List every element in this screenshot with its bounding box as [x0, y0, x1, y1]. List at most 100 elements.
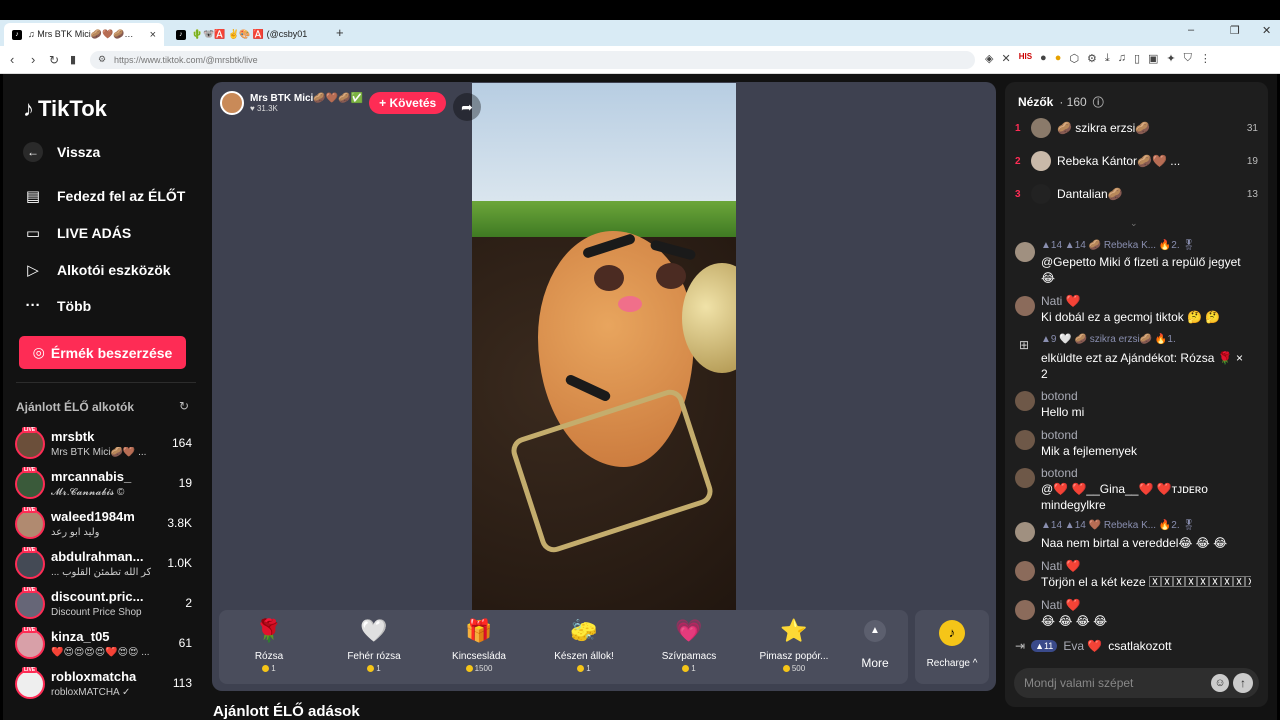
tab-title: 🌵🐨🅰️ ✌️🎨 🅰️ (@csby01: [191, 29, 308, 39]
creator-item[interactable]: LIVE waleed1984m وليد ابو رعد 3.8K: [13, 507, 198, 543]
extension-icon[interactable]: ✕: [1001, 52, 1010, 65]
share-icon[interactable]: ➦: [453, 93, 481, 121]
message-author[interactable]: Nati ❤️: [1041, 598, 1081, 612]
url-text: https://www.tiktok.com/@mrsbtk/live: [114, 55, 258, 65]
extension-icon[interactable]: ◈: [985, 52, 993, 65]
host-info[interactable]: Mrs BTK Mici🥔🤎🥔✅ ♥ 31.3K + Követés: [220, 90, 447, 116]
shield-icon[interactable]: ⛉: [1184, 52, 1192, 65]
avatar[interactable]: [1015, 468, 1035, 488]
live-badge: LIVE: [22, 667, 38, 673]
extension-icon[interactable]: HIS: [1019, 52, 1032, 65]
join-user[interactable]: Eva ❤️: [1063, 639, 1102, 653]
restore-icon[interactable]: ❐: [1230, 24, 1240, 37]
avatar[interactable]: [1015, 600, 1035, 620]
chat-input[interactable]: Mondj valami szépet ☺ ↑: [1014, 668, 1259, 698]
gift-price-value: 1: [586, 664, 591, 673]
url-field[interactable]: ⚙ https://www.tiktok.com/@mrsbtk/live: [90, 51, 975, 69]
nav-live-broadcast[interactable]: ▭ LIVE ADÁS: [23, 224, 131, 242]
new-tab-icon[interactable]: +: [336, 25, 344, 40]
gift-item[interactable]: 🎁 Kincsesláda 1500: [429, 616, 529, 673]
back-arrow-icon[interactable]: ‹: [10, 52, 14, 67]
tab-inactive[interactable]: ♪ 🌵🐨🅰️ ✌️🎨 🅰️ (@csby01: [168, 23, 328, 46]
nav-explore-live[interactable]: ▤ Fedezd fel az ÉLŐT: [23, 187, 185, 205]
emoji-icon[interactable]: ☺: [1211, 674, 1229, 692]
back-arrow-icon: ←: [23, 142, 43, 162]
gift-item[interactable]: 💗 Szívpamacs 1: [639, 616, 739, 673]
viewer-count: 61: [178, 636, 192, 650]
live-badge: LIVE: [22, 427, 38, 433]
avatar[interactable]: [1015, 242, 1035, 262]
creator-item[interactable]: LIVE mrsbtk Mrs BTK Mici🥔🤎 ... 164: [13, 427, 198, 463]
creator-item[interactable]: LIVE abdulrahman... ... ألا بذكر الله تط…: [13, 547, 198, 583]
viewers-header[interactable]: Nézők · 160 ⓘ: [1018, 94, 1104, 110]
eye: [594, 265, 624, 291]
top-viewer-row[interactable]: 2 Rebeka Kántor🥔🤎 ... 19: [1015, 148, 1258, 174]
info-icon[interactable]: ⓘ: [1093, 94, 1104, 110]
top-viewer-row[interactable]: 3 Dantalian🥔 13: [1015, 181, 1258, 207]
nav-creator-tools[interactable]: ▷ Alkotói eszközök: [23, 261, 170, 279]
recharge-button[interactable]: ♪ Recharge ^: [915, 610, 989, 684]
message-author[interactable]: Nati ❤️: [1041, 294, 1081, 308]
reload-icon[interactable]: ↻: [49, 53, 59, 67]
get-coins-button[interactable]: ◎ Érmék beszerzése: [19, 336, 186, 369]
gift-item[interactable]: 🌹 Rózsa 1: [219, 616, 319, 673]
coin-icon: [782, 665, 790, 672]
top-viewer-row[interactable]: 1 🥔 szikra erzsi🥔 31: [1015, 115, 1258, 141]
back-button[interactable]: ← Vissza: [23, 142, 100, 162]
avatar[interactable]: [1015, 561, 1035, 581]
gift-item[interactable]: 🧽 Készen állok! 1: [534, 616, 634, 673]
window-close-icon[interactable]: ✕: [1262, 24, 1271, 37]
host-name[interactable]: Mrs BTK Mici🥔🤎🥔✅: [250, 93, 363, 104]
more-gifts-button[interactable]: ▲ More: [855, 620, 895, 670]
video-sky: [472, 83, 736, 208]
avatar[interactable]: [1015, 522, 1035, 542]
camera-icon: ▭: [25, 225, 41, 242]
coin-button-label: Érmék beszerzése: [50, 344, 173, 361]
bookmark-icon[interactable]: ▮: [70, 53, 76, 66]
viewer-count: 19: [178, 476, 192, 490]
follow-button[interactable]: + Követés: [369, 92, 447, 114]
creator-item[interactable]: LIVE robloxmatcha robloxMATCHA ✓ 113: [13, 667, 198, 703]
creator-item[interactable]: LIVE mrcannabis_ 𝓜𝓻.𝓒𝓪𝓷𝓷𝓪𝓫𝓲𝓼 © 19: [13, 467, 198, 503]
menu-icon[interactable]: ⋮: [1200, 52, 1211, 65]
live-video[interactable]: [472, 83, 736, 610]
extension-icon[interactable]: ⬡: [1069, 52, 1079, 65]
message-author[interactable]: botond: [1041, 466, 1078, 480]
close-tab-icon[interactable]: ×: [150, 29, 156, 41]
gift-name: Szívpamacs: [661, 651, 717, 662]
avatar[interactable]: [1015, 391, 1035, 411]
level-badge: ▲11: [1031, 640, 1058, 652]
extension-icon[interactable]: ⚙: [1087, 52, 1097, 65]
recharge-label: Recharge ^: [926, 658, 978, 669]
minimize-icon[interactable]: –: [1188, 24, 1194, 36]
avatar[interactable]: [1015, 296, 1035, 316]
tiktok-logo[interactable]: ♪ TikTok: [23, 96, 107, 122]
creator-item[interactable]: LIVE discount.pric... Discount Price Sho…: [13, 587, 198, 623]
message-text: @❤️ ❤️__Gina__❤️ ❤️ᴛᴊᴅᴇʀᴏ mindegylkre: [1041, 482, 1208, 512]
gift-item[interactable]: ⭐ Pimasz popór... 500: [744, 616, 844, 673]
media-icon[interactable]: ♫: [1118, 52, 1126, 65]
eye: [656, 263, 686, 289]
gift-item[interactable]: 🤍 Fehér rózsa 1: [324, 616, 424, 673]
message-author[interactable]: Nati ❤️: [1041, 559, 1081, 573]
extension-icon[interactable]: ●: [1040, 52, 1047, 65]
forward-arrow-icon[interactable]: ›: [31, 52, 35, 67]
site-info-icon[interactable]: ⚙: [98, 54, 106, 65]
creator-nickname: ... ألا بذكر الله تطمئن القلوب: [51, 567, 151, 578]
message-author[interactable]: botond: [1041, 428, 1078, 442]
host-avatar[interactable]: [220, 91, 244, 115]
avatar[interactable]: [1015, 430, 1035, 450]
download-icon[interactable]: ⤓: [1105, 52, 1110, 65]
nav-more[interactable]: ··· Több: [23, 297, 92, 314]
copilot-icon[interactable]: ✦: [1166, 52, 1175, 65]
send-icon[interactable]: ↑: [1233, 673, 1253, 693]
creator-item[interactable]: LIVE kinza_t05 ❤️😍😍😍😍❤️😍😍 ... 61: [13, 627, 198, 663]
chevron-down-icon[interactable]: ⌄: [1130, 218, 1138, 229]
live-badge: LIVE: [22, 467, 38, 473]
extension-icon[interactable]: ●: [1055, 52, 1062, 65]
tab-active[interactable]: ♪ ♫ Mrs BTK Mici🥔🤎🥔✅ (@m ×: [4, 23, 164, 46]
message-author[interactable]: botond: [1041, 389, 1078, 403]
sidebar-icon[interactable]: ▯: [1134, 52, 1140, 65]
refresh-icon[interactable]: ↻: [179, 399, 189, 413]
wallet-icon[interactable]: ▣: [1148, 52, 1158, 65]
